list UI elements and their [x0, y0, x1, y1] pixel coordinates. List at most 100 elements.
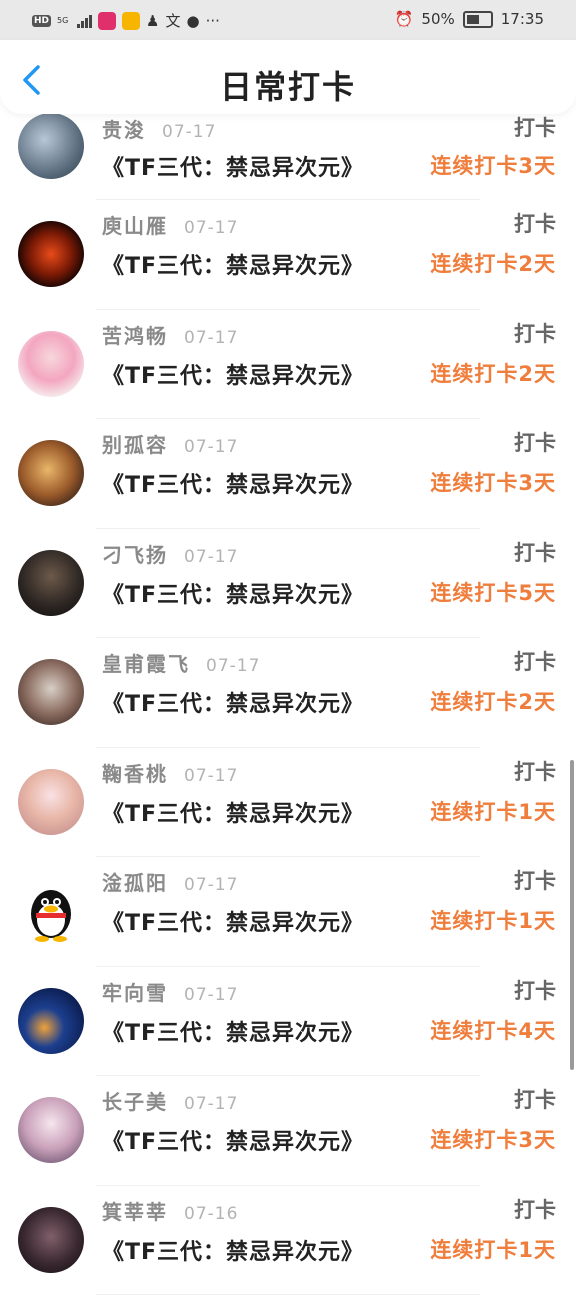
user-name[interactable]: 刁飞扬	[102, 539, 168, 568]
name-line: 庾山雁 07-17	[102, 210, 238, 239]
streak-label: 连续打卡2天	[430, 358, 556, 388]
name-line: 苦鸿畅07-17	[102, 320, 238, 349]
list-item[interactable]: 牢向雪 07-17 《TF三代：禁忌异次元》 打卡连续打卡4天	[0, 967, 576, 1077]
name-line: 牢向雪 07-17	[102, 977, 238, 1006]
alarm-icon: ⏰	[395, 10, 414, 28]
checkin-button[interactable]: 打卡	[514, 318, 556, 348]
book-title[interactable]: 《TF三代：禁忌异次元》	[102, 686, 364, 718]
clock: 17:35	[501, 10, 544, 28]
user-name[interactable]: 箕莘莘	[102, 1196, 168, 1225]
battery-icon	[463, 11, 493, 28]
avatar[interactable]	[18, 659, 84, 725]
checkin-date: 07-17	[206, 656, 260, 676]
avatar[interactable]	[18, 1207, 84, 1273]
page-title: 日常打卡	[0, 62, 576, 108]
list-item[interactable]: 刁飞扬07-17《TF三代：禁忌异次元》打卡连续打卡5天	[0, 529, 576, 639]
user-name[interactable]: 别孤容	[102, 429, 168, 458]
streak-label: 连续打卡1天	[430, 796, 556, 826]
checkin-date: 07-17	[184, 218, 238, 238]
book-title[interactable]: 《TF三代：禁忌异次元》	[102, 577, 364, 609]
dot-icon: ●	[186, 12, 199, 30]
list-item[interactable]: 淦孤阳07-17 《TF三代：禁忌异次元》 打卡连续打卡1天	[0, 857, 576, 967]
signal-icon	[77, 14, 92, 28]
status-bar: HD 5G ♟ 文 ● ··· ⏰ 50% 17:35	[0, 0, 576, 40]
book-title[interactable]: 《TF三代：禁忌异次元》	[102, 905, 364, 937]
list-item[interactable]: 皇甫霞飞 07-17 《TF三代：禁忌异次元》 打卡连续打卡2天	[0, 638, 576, 748]
app-icon	[98, 12, 116, 30]
book-title[interactable]: 《TF三代：禁忌异次元》	[102, 1015, 364, 1047]
checkin-button[interactable]: 打卡	[514, 646, 556, 676]
qq-penguin-icon	[18, 878, 84, 944]
checkin-button[interactable]: 打卡	[514, 1084, 556, 1114]
list-item[interactable]: 别孤容07-17 《TF三代：禁忌异次元》 打卡连续打卡3天	[0, 419, 576, 529]
name-line: 别孤容07-17	[102, 429, 238, 458]
avatar[interactable]	[18, 440, 84, 506]
avatar[interactable]	[18, 878, 84, 944]
checkin-button[interactable]: 打卡	[514, 537, 556, 567]
user-name[interactable]: 皇甫霞飞	[102, 648, 190, 677]
checkin-button[interactable]: 打卡	[514, 208, 556, 238]
avatar[interactable]	[18, 988, 84, 1054]
avatar[interactable]	[18, 769, 84, 835]
user-name[interactable]: 苦鸿畅	[102, 320, 168, 349]
checkin-button[interactable]: 打卡	[514, 865, 556, 895]
list-item[interactable]: 庾山雁 07-17 《TF三代：禁忌异次元》 打卡连续打卡2天	[0, 200, 576, 310]
book-title[interactable]: 《TF三代：禁忌异次元》	[102, 248, 364, 280]
battery-percent: 50%	[421, 10, 454, 28]
name-line: 箕莘莘 07-16	[102, 1196, 238, 1225]
avatar[interactable]	[18, 1097, 84, 1163]
book-title[interactable]: 《TF三代：禁忌异次元》	[102, 467, 364, 499]
book-title[interactable]: 《TF三代：禁忌异次元》	[102, 150, 364, 182]
checkin-button[interactable]: 打卡	[514, 112, 556, 142]
book-title[interactable]: 《TF三代：禁忌异次元》	[102, 796, 364, 828]
name-line: 贵浚 07-17	[102, 114, 216, 143]
checkin-list: 贵浚07-17《TF三代：禁忌异次元》打卡连续打卡3天庾山雁07-17《TF三代…	[0, 114, 576, 1295]
streak-label: 连续打卡1天	[430, 905, 556, 935]
checkin-date: 07-17	[184, 1094, 238, 1114]
network-label: 5G	[57, 17, 71, 25]
streak-label: 连续打卡2天	[430, 248, 556, 278]
list-item[interactable]: 长子美 07-17 《TF三代：禁忌异次元》 打卡连续打卡3天	[0, 1076, 576, 1186]
status-left: HD 5G ♟ 文 ● ···	[32, 10, 220, 31]
list-item[interactable]: 箕莘莘 07-16 《TF三代：禁忌异次元》 打卡连续打卡1天	[0, 1186, 576, 1295]
name-line: 淦孤阳07-17	[102, 867, 238, 896]
scrollbar[interactable]	[570, 760, 574, 1070]
avatar[interactable]	[18, 331, 84, 397]
hd-icon: HD	[32, 15, 51, 27]
checkin-button[interactable]: 打卡	[514, 427, 556, 457]
streak-label: 连续打卡1天	[430, 1234, 556, 1264]
name-line: 皇甫霞飞 07-17	[102, 648, 260, 677]
checkin-date: 07-17	[162, 122, 216, 142]
checkin-button[interactable]: 打卡	[514, 1194, 556, 1224]
streak-label: 连续打卡3天	[430, 1124, 556, 1154]
list-item[interactable]: 鞠香桃07-17 《TF三代：禁忌异次元》 打卡连续打卡1天	[0, 748, 576, 858]
checkin-date: 07-17	[184, 985, 238, 1005]
streak-label: 连续打卡2天	[430, 686, 556, 716]
user-name[interactable]: 牢向雪	[102, 977, 168, 1006]
status-right: ⏰ 50% 17:35	[395, 10, 544, 28]
qq-icon: ♟	[146, 12, 159, 30]
app-header: 日常打卡	[0, 40, 576, 114]
book-title[interactable]: 《TF三代：禁忌异次元》	[102, 1234, 364, 1266]
book-title[interactable]: 《TF三代：禁忌异次元》	[102, 358, 364, 390]
avatar[interactable]	[18, 113, 84, 179]
checkin-button[interactable]: 打卡	[514, 975, 556, 1005]
checkin-date: 07-16	[184, 1204, 238, 1224]
user-name[interactable]: 庾山雁	[102, 210, 168, 239]
streak-label: 连续打卡3天	[430, 467, 556, 497]
avatar[interactable]	[18, 221, 84, 287]
user-name[interactable]: 贵浚	[102, 114, 146, 143]
name-line: 鞠香桃07-17	[102, 758, 238, 787]
streak-label: 连续打卡5天	[430, 577, 556, 607]
user-name[interactable]: 鞠香桃	[102, 758, 168, 787]
weibo-icon	[122, 12, 140, 30]
avatar[interactable]	[18, 550, 84, 616]
user-name[interactable]: 长子美	[102, 1086, 168, 1115]
list-item[interactable]: 苦鸿畅07-17 《TF三代：禁忌异次元》 打卡连续打卡2天	[0, 310, 576, 420]
streak-label: 连续打卡4天	[430, 1015, 556, 1045]
book-title[interactable]: 《TF三代：禁忌异次元》	[102, 1124, 364, 1156]
checkin-button[interactable]: 打卡	[514, 756, 556, 786]
user-name[interactable]: 淦孤阳	[102, 867, 168, 896]
name-line: 长子美 07-17	[102, 1086, 238, 1115]
list-item[interactable]: 贵浚07-17《TF三代：禁忌异次元》打卡连续打卡3天	[0, 114, 576, 200]
